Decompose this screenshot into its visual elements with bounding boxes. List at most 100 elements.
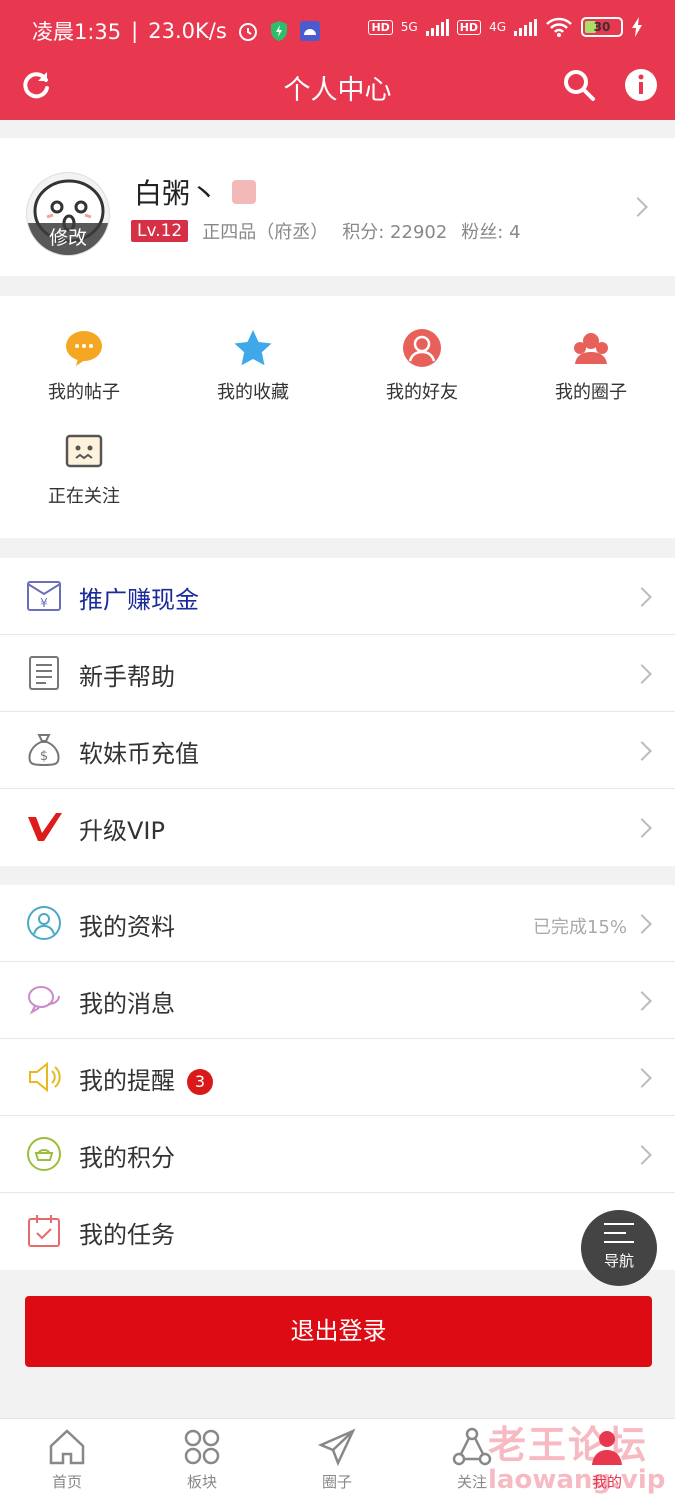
chevron-right-icon xyxy=(628,197,648,217)
floating-nav-button[interactable]: 导航 xyxy=(581,1210,657,1286)
document-icon xyxy=(29,656,59,690)
menu-group-promo: ¥ 推广赚现金 新手帮助 $ 软妹币充值 升级VIP xyxy=(0,558,675,866)
avatar-edit-label[interactable]: 修改 xyxy=(27,223,109,255)
menu-item-vip[interactable]: 升级VIP xyxy=(0,789,675,866)
grid-label: 我的圈子 xyxy=(555,382,627,403)
menu-label: 新手帮助 xyxy=(79,663,175,691)
grid-item-friends[interactable]: 我的好友 xyxy=(338,296,506,403)
menu-item-reminders[interactable]: 我的提醒 3 xyxy=(0,1039,675,1116)
charging-icon xyxy=(632,17,642,37)
hd-indicator-2: HD xyxy=(456,19,482,35)
vip-v-icon xyxy=(28,813,62,841)
search-icon[interactable] xyxy=(562,68,596,102)
chevron-right-icon xyxy=(632,818,652,838)
battery-icon: 30 xyxy=(581,17,623,37)
fab-label: 导航 xyxy=(603,1252,634,1270)
grid-item-my-posts[interactable]: 我的帖子 xyxy=(0,296,168,403)
grid-item-following[interactable]: 正在关注 xyxy=(0,400,168,507)
network-speed: 23.0K/s xyxy=(148,19,227,43)
status-time: 凌晨1:35 xyxy=(32,20,122,44)
menu-item-messages[interactable]: 我的消息 xyxy=(0,962,675,1039)
chevron-right-icon xyxy=(632,1068,652,1088)
speaker-icon xyxy=(29,1061,61,1093)
nav-bar: 个人中心 xyxy=(0,58,675,120)
menu-label: 推广赚现金 xyxy=(79,586,199,614)
tab-boards[interactable]: 板块 xyxy=(152,1427,252,1492)
svg-text:¥: ¥ xyxy=(40,596,48,610)
status-bar: 凌晨1:35 | 23.0K/s HD 5G HD 4G 30 xyxy=(0,0,675,58)
grid-item-favorites[interactable]: 我的收藏 xyxy=(169,296,337,403)
profile-completion: 已完成15% xyxy=(532,917,627,938)
envelope-yen-icon: ¥ xyxy=(27,581,61,611)
signal-bars-icon xyxy=(425,18,449,36)
chevron-right-icon xyxy=(632,914,652,934)
grid-icon xyxy=(184,1429,220,1465)
menu-item-points[interactable]: 我的积分 xyxy=(0,1116,675,1193)
signal-5g-label: 5G xyxy=(400,20,418,34)
username: 白粥丶 xyxy=(134,177,219,210)
menu-item-tasks[interactable]: 我的任务 xyxy=(0,1193,675,1270)
grid-label: 我的好友 xyxy=(386,382,458,403)
menu-label: 我的积分 xyxy=(79,1144,175,1172)
chevron-right-icon xyxy=(632,741,652,761)
menu-item-recharge[interactable]: $ 软妹币充值 xyxy=(0,712,675,789)
grid-label: 正在关注 xyxy=(48,486,120,507)
gender-tag-icon xyxy=(232,180,257,204)
home-icon xyxy=(49,1429,85,1465)
info-icon[interactable] xyxy=(624,68,658,102)
user-meta: Lv.12 正四品（府丞） 积分: 22902 粉丝: 4 xyxy=(131,218,521,244)
quick-actions-grid: 我的帖子 我的收藏 我的好友 我的圈子 正在关注 xyxy=(0,296,675,538)
alarm-icon xyxy=(238,23,257,41)
points-text: 积分: 22902 xyxy=(342,222,448,243)
paper-plane-icon xyxy=(317,1428,356,1467)
tab-home[interactable]: 首页 xyxy=(17,1427,117,1492)
menu-item-promote[interactable]: ¥ 推广赚现金 xyxy=(0,558,675,635)
logout-button[interactable]: 退出登录 xyxy=(25,1296,652,1367)
rank-text: 正四品（府丞） xyxy=(202,222,329,243)
coin-icon xyxy=(27,1137,61,1171)
face-box-icon xyxy=(65,434,103,468)
menu-label: 我的资料 xyxy=(79,913,175,941)
message-icon xyxy=(28,986,60,1015)
menu-group-personal: 我的资料 已完成15% 我的消息 我的提醒 3 我的积分 我的任务 xyxy=(0,885,675,1270)
grid-item-circles[interactable]: 我的圈子 xyxy=(507,296,675,403)
fans-text: 粉丝: 4 xyxy=(461,222,521,243)
svg-text:$: $ xyxy=(40,749,48,764)
tab-label: 圈子 xyxy=(321,1473,352,1491)
star-icon xyxy=(234,330,272,366)
wifi-icon xyxy=(546,17,572,37)
menu-item-profile[interactable]: 我的资料 已完成15% xyxy=(0,885,675,962)
shield-icon xyxy=(270,21,287,41)
grid-label: 我的收藏 xyxy=(217,382,289,403)
watermark: 老王论坛 laowang.vip xyxy=(488,1414,665,1495)
watermark-line1: 老王论坛 xyxy=(488,1423,649,1467)
tab-label: 板块 xyxy=(186,1473,217,1491)
profile-card[interactable]: 修改 白粥丶 Lv.12 正四品（府丞） 积分: 22902 粉丝: 4 xyxy=(0,138,675,276)
signal-4g-label: 4G xyxy=(489,20,506,34)
profile-icon xyxy=(27,906,61,940)
calendar-check-icon xyxy=(28,1215,60,1247)
menu-item-help[interactable]: 新手帮助 xyxy=(0,635,675,712)
top-bar: 凌晨1:35 | 23.0K/s HD 5G HD 4G 30 个人中心 xyxy=(0,0,675,120)
tab-label: 首页 xyxy=(51,1473,82,1491)
person-icon xyxy=(403,329,441,367)
avatar[interactable]: 修改 xyxy=(26,172,110,256)
menu-label: 我的消息 xyxy=(79,990,175,1018)
watermark-line2: laowang.vip xyxy=(488,1465,666,1495)
network-icon xyxy=(452,1427,492,1466)
chat-bubble-icon xyxy=(66,331,102,366)
tab-circles[interactable]: 圈子 xyxy=(287,1427,387,1492)
hd-indicator: HD xyxy=(368,19,393,35)
menu-label: 我的任务 xyxy=(79,1221,175,1249)
chevron-right-icon xyxy=(632,664,652,684)
android-icon xyxy=(299,21,320,41)
money-bag-icon: $ xyxy=(28,734,60,767)
group-icon xyxy=(574,333,608,364)
reminder-count-badge: 3 xyxy=(187,1069,213,1095)
status-divider: | xyxy=(131,19,139,43)
chevron-right-icon xyxy=(632,587,652,607)
menu-label: 软妹币充值 xyxy=(79,740,199,768)
signal-bars-icon-2 xyxy=(514,18,537,36)
menu-label: 升级VIP xyxy=(79,817,165,845)
chevron-right-icon xyxy=(632,1145,652,1165)
